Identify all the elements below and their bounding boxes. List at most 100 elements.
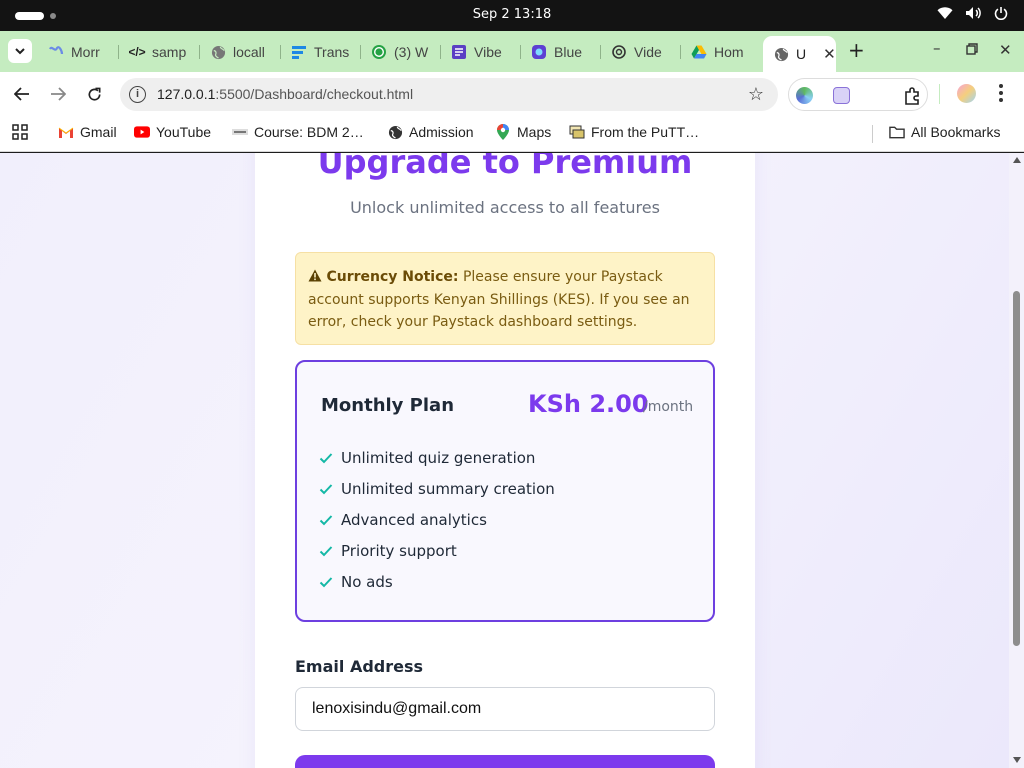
drive-icon bbox=[691, 44, 707, 60]
arrow-right-icon bbox=[51, 87, 66, 101]
power-icon bbox=[994, 7, 1008, 20]
gmail-icon bbox=[58, 124, 74, 140]
all-bookmarks-button[interactable]: All Bookmarks bbox=[889, 124, 1000, 140]
feature-item: Advanced analytics bbox=[319, 504, 555, 535]
globe-icon bbox=[387, 124, 403, 140]
email-input[interactable] bbox=[295, 687, 715, 731]
check-icon bbox=[319, 514, 333, 525]
bookmark-label: YouTube bbox=[156, 124, 212, 140]
putty-icon bbox=[569, 124, 585, 140]
puzzle-icon[interactable] bbox=[903, 87, 921, 109]
tab-label: Vide bbox=[634, 44, 662, 60]
extension-two-icon[interactable] bbox=[833, 87, 850, 104]
scroll-thumb[interactable] bbox=[1013, 291, 1020, 646]
pay-button[interactable] bbox=[295, 755, 715, 768]
page-subtitle: Unlock unlimited access to all features bbox=[350, 198, 660, 217]
plan-card[interactable]: Monthly Plan KSh 2.00 /month Unlimited q… bbox=[295, 360, 715, 622]
extension-one-icon[interactable] bbox=[796, 87, 813, 104]
tab-whatsapp[interactable]: (3) W bbox=[371, 39, 429, 65]
tab-separator bbox=[440, 45, 441, 59]
profile-avatar[interactable] bbox=[957, 84, 976, 103]
feature-label: No ads bbox=[341, 572, 393, 591]
plan-price: KSh 2.00 bbox=[528, 390, 649, 418]
bookmark-label: Course: BDM 2… bbox=[254, 124, 364, 140]
course-icon bbox=[232, 124, 248, 140]
new-tab-button[interactable]: + bbox=[848, 40, 865, 60]
feature-label: Unlimited summary creation bbox=[341, 479, 555, 498]
bookmark-putty[interactable]: From the PuTT… bbox=[569, 124, 699, 140]
bluesky-icon bbox=[531, 44, 547, 60]
tab-separator bbox=[600, 45, 601, 59]
youtube-icon bbox=[134, 124, 150, 140]
address-bar[interactable]: i 127.0.0.1:5500/Dashboard/checkout.html… bbox=[120, 78, 778, 111]
currency-notice: Currency Notice: Please ensure your Pays… bbox=[295, 252, 715, 345]
openai-icon bbox=[611, 44, 627, 60]
tab-search-button[interactable] bbox=[8, 39, 32, 63]
bookmarks-bar: Gmail YouTube Course: BDM 2… Admission M… bbox=[0, 116, 1024, 152]
page-viewport: Upgrade to Premium Unlock unlimited acce… bbox=[0, 153, 1009, 768]
morphic-icon bbox=[48, 44, 64, 60]
tab-video[interactable]: Vide bbox=[611, 39, 669, 65]
bookmark-star-icon[interactable]: ☆ bbox=[748, 84, 764, 105]
bookmark-label: Maps bbox=[517, 124, 552, 140]
bookmark-course[interactable]: Course: BDM 2… bbox=[232, 124, 364, 140]
scroll-up-arrow[interactable] bbox=[1013, 157, 1021, 163]
bookmark-gmail[interactable]: Gmail bbox=[58, 124, 117, 140]
apps-grid-button[interactable] bbox=[12, 124, 28, 140]
check-icon bbox=[319, 545, 333, 556]
arrow-left-icon bbox=[14, 87, 29, 101]
forward-button[interactable] bbox=[48, 84, 68, 104]
check-icon bbox=[319, 576, 333, 587]
bookmark-admission[interactable]: Admission bbox=[387, 124, 474, 140]
notice-heading: Currency Notice: bbox=[326, 269, 459, 285]
tab-strip: Morr </> samp locall Trans (3) W Vibe Bl… bbox=[0, 31, 1024, 72]
scroll-down-arrow[interactable] bbox=[1013, 757, 1021, 763]
tab-upgrade-active[interactable]: U ✕ bbox=[763, 36, 836, 72]
system-tray[interactable] bbox=[937, 6, 1008, 20]
system-clock[interactable]: Sep 2 13:18 bbox=[0, 7, 1024, 22]
tab-sample[interactable]: </> samp bbox=[129, 39, 187, 65]
bookmark-maps[interactable]: Maps bbox=[495, 124, 551, 140]
globe-icon bbox=[773, 46, 789, 62]
browser-menu-icon[interactable] bbox=[999, 84, 1003, 105]
check-icon bbox=[319, 452, 333, 463]
tab-label: Hom bbox=[714, 44, 744, 60]
browser-toolbar: i 127.0.0.1:5500/Dashboard/checkout.html… bbox=[0, 72, 1024, 116]
plan-name: Monthly Plan bbox=[321, 395, 455, 416]
volume-icon bbox=[966, 7, 981, 19]
apps-grid-icon bbox=[12, 124, 28, 140]
tab-vibe[interactable]: Vibe bbox=[451, 39, 509, 65]
whatsapp-icon bbox=[371, 44, 387, 60]
minimize-button[interactable]: – bbox=[933, 39, 941, 57]
warning-icon bbox=[308, 269, 322, 282]
globe-icon bbox=[210, 44, 226, 60]
close-tab-icon[interactable]: ✕ bbox=[823, 45, 836, 63]
bookmark-youtube[interactable]: YouTube bbox=[134, 124, 211, 140]
bookmark-label: Gmail bbox=[80, 124, 117, 140]
tab-separator bbox=[280, 45, 281, 59]
restore-icon bbox=[966, 43, 978, 55]
tab-blue[interactable]: Blue bbox=[531, 39, 589, 65]
tab-localhost[interactable]: locall bbox=[210, 39, 268, 65]
site-info-icon[interactable]: i bbox=[129, 86, 146, 103]
feature-label: Priority support bbox=[341, 541, 457, 560]
tab-home[interactable]: Hom bbox=[691, 39, 749, 65]
restore-button[interactable] bbox=[966, 41, 978, 59]
url-path: :5500/Dashboard/checkout.html bbox=[215, 86, 414, 102]
tab-label: Blue bbox=[554, 44, 583, 60]
page-scrollbar[interactable] bbox=[1009, 153, 1024, 768]
tab-morphic[interactable]: Morr bbox=[48, 39, 106, 65]
tab-separator bbox=[520, 45, 521, 59]
tab-label: locall bbox=[233, 44, 265, 60]
url-text[interactable]: 127.0.0.1:5500/Dashboard/checkout.html bbox=[157, 86, 413, 102]
reload-icon bbox=[88, 87, 101, 101]
all-bookmarks-label: All Bookmarks bbox=[911, 124, 1001, 140]
close-window-button[interactable]: ✕ bbox=[999, 41, 1012, 59]
tab-separator bbox=[680, 45, 681, 59]
tab-separator bbox=[199, 45, 200, 59]
feature-item: Priority support bbox=[319, 535, 555, 566]
tab-trans[interactable]: Trans bbox=[291, 39, 349, 65]
reload-button[interactable] bbox=[84, 84, 104, 104]
tab-label: (3) W bbox=[394, 44, 429, 60]
back-button[interactable] bbox=[12, 84, 32, 104]
